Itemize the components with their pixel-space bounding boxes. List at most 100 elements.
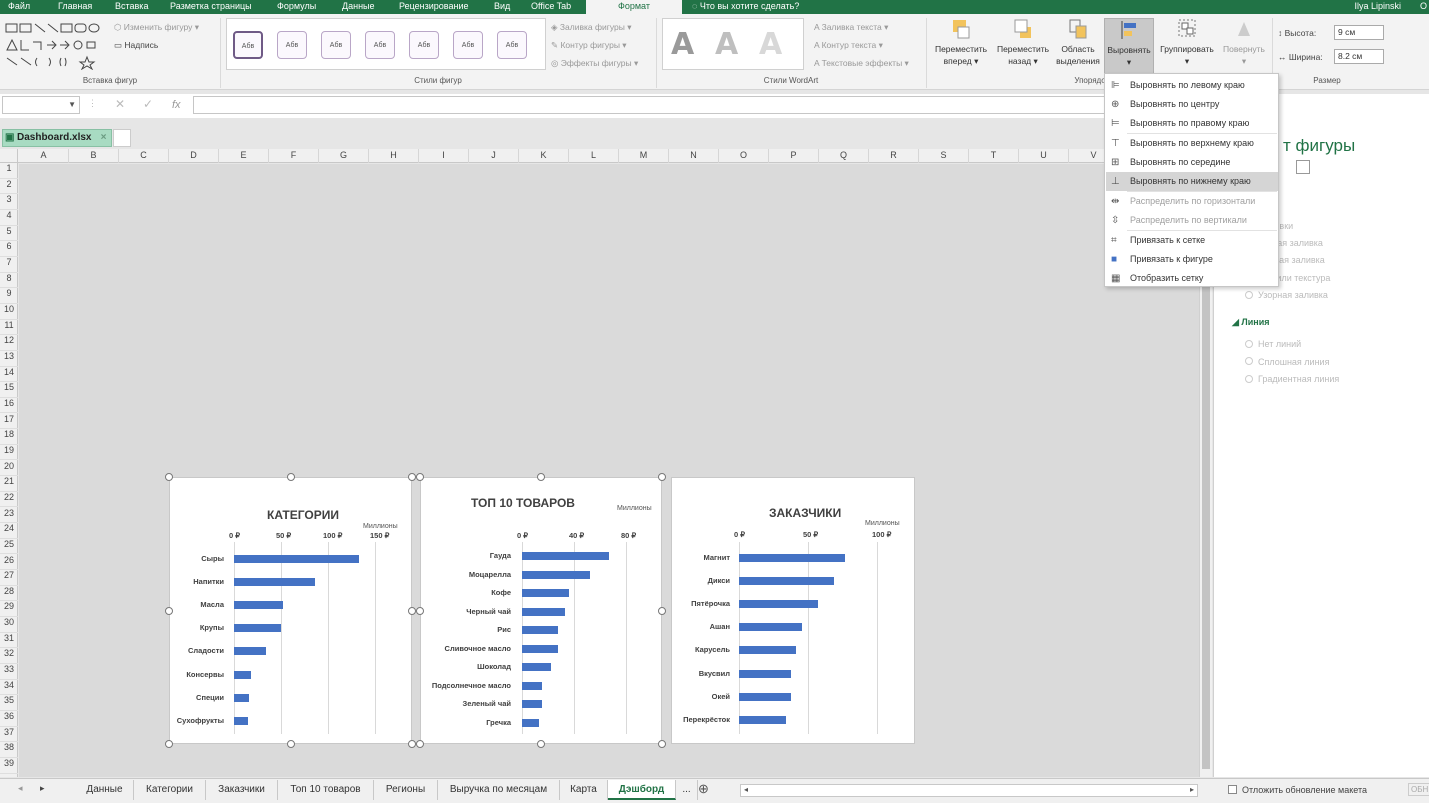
tab-page-layout[interactable]: Разметка страницы: [170, 0, 252, 14]
chart-categories[interactable]: КАТЕГОРИИ Миллионы 0 ₽ 50 ₽ 100 ₽ 150 ₽ Сыры На…: [169, 477, 412, 744]
row-header-13[interactable]: 13: [0, 351, 18, 367]
shape-styles-gallery[interactable]: Абв Абв Абв Абв Абв Абв Абв: [226, 18, 546, 70]
selection-pane-button[interactable]: Область выделения: [1054, 18, 1102, 67]
row-header-26[interactable]: 26: [0, 555, 18, 571]
row-header-8[interactable]: 8: [0, 273, 18, 289]
resize-handle[interactable]: [416, 606, 424, 615]
row-header-31[interactable]: 31: [0, 633, 18, 649]
tab-format[interactable]: Формат: [586, 0, 682, 14]
sheet-tab-5[interactable]: Регионы: [374, 780, 438, 800]
shape-fill-button[interactable]: ◈ Заливка фигуры ▾: [551, 22, 631, 33]
resize-handle[interactable]: [658, 740, 666, 748]
text-effects-button[interactable]: A Текстовые эффекты ▾: [814, 58, 909, 69]
insert-function-icon[interactable]: fx: [172, 99, 181, 111]
line-option-3[interactable]: Градиентная линия: [1258, 374, 1339, 384]
row-header-16[interactable]: 16: [0, 398, 18, 414]
row-header-11[interactable]: 11: [0, 320, 18, 336]
resize-handle[interactable]: [286, 473, 295, 481]
row-header-38[interactable]: 38: [0, 742, 18, 758]
column-header-e[interactable]: E: [219, 149, 269, 163]
tab-data[interactable]: Данные: [342, 0, 375, 14]
tab-view[interactable]: Вид: [494, 0, 510, 14]
gradient-line-radio[interactable]: [1245, 375, 1253, 383]
column-header-j[interactable]: J: [469, 149, 519, 163]
sheet-tab-2[interactable]: Категории: [134, 780, 206, 800]
resize-handle[interactable]: [537, 473, 545, 481]
fill-option-5[interactable]: Узорная заливка: [1258, 290, 1328, 300]
menu-item-distribute-horizontal[interactable]: ⇹ Распределить по горизонтали: [1106, 192, 1278, 211]
edit-shape-button[interactable]: ⬡ Изменить фигуру ▾: [114, 22, 199, 33]
tab-file[interactable]: Файл: [8, 0, 30, 14]
row-header-22[interactable]: 22: [0, 492, 18, 508]
row-header-21[interactable]: 21: [0, 476, 18, 492]
line-option-2[interactable]: Сплошная линия: [1258, 357, 1329, 367]
shape-style-3[interactable]: Абв: [321, 31, 351, 59]
row-header-18[interactable]: 18: [0, 429, 18, 445]
menu-item-align-right[interactable]: ⊨ Выровнять по правому краю: [1106, 114, 1278, 133]
row-header-5[interactable]: 5: [0, 226, 18, 242]
shape-style-5[interactable]: Абв: [409, 31, 439, 59]
align-button[interactable]: Выровнять ▾: [1104, 18, 1154, 74]
row-header-4[interactable]: 4: [0, 210, 18, 226]
row-header-37[interactable]: 37: [0, 727, 18, 743]
menu-item-align-top[interactable]: ⊤ Выровнять по верхнему краю: [1106, 134, 1278, 153]
bring-forward-button[interactable]: Переместить вперед ▾: [930, 18, 992, 67]
row-header-10[interactable]: 10: [0, 304, 18, 320]
row-header-7[interactable]: 7: [0, 257, 18, 273]
column-header-h[interactable]: H: [369, 149, 419, 163]
wordart-style-1[interactable]: A: [671, 27, 694, 62]
resize-handle[interactable]: [658, 606, 666, 615]
tell-me-search[interactable]: ◌ Что вы хотите сделать?: [692, 0, 799, 14]
row-header-1[interactable]: 1: [0, 163, 18, 179]
sheet-tab-9[interactable]: ...: [676, 780, 698, 800]
resize-handle[interactable]: [165, 606, 173, 615]
shape-style-7[interactable]: Абв: [497, 31, 527, 59]
resize-handle[interactable]: [286, 740, 295, 748]
column-header-t[interactable]: T: [969, 149, 1019, 163]
row-header-2[interactable]: 2: [0, 179, 18, 195]
row-header-9[interactable]: 9: [0, 288, 18, 304]
column-header-c[interactable]: C: [119, 149, 169, 163]
row-header-36[interactable]: 36: [0, 711, 18, 727]
column-header-i[interactable]: I: [419, 149, 469, 163]
resize-handle[interactable]: [537, 740, 545, 748]
menu-item-align-middle[interactable]: ⊞ Выровнять по середине: [1106, 153, 1278, 172]
row-header-20[interactable]: 20: [0, 461, 18, 477]
row-header-39[interactable]: 39: [0, 758, 18, 774]
no-line-radio[interactable]: [1245, 340, 1253, 348]
wordart-style-3[interactable]: A: [759, 27, 782, 62]
shape-effects-button[interactable]: ◎ Эффекты фигуры ▾: [551, 58, 638, 69]
shapes-gallery[interactable]: [3, 20, 107, 71]
sheet-tab-1[interactable]: Данные: [76, 780, 134, 800]
document-tab[interactable]: ▣ Dashboard.xlsx ×: [2, 129, 113, 147]
column-header-l[interactable]: L: [569, 149, 619, 163]
row-header-24[interactable]: 24: [0, 523, 18, 539]
menu-item-snap-shape[interactable]: ■ Привязать к фигуре: [1106, 250, 1278, 269]
column-header-g[interactable]: G: [319, 149, 369, 163]
resize-handle[interactable]: [416, 473, 424, 481]
column-header-o[interactable]: O: [719, 149, 769, 163]
resize-handle[interactable]: [658, 473, 666, 481]
chart-top10-products[interactable]: ТОП 10 ТОВАРОВ Миллионы 0 ₽ 40 ₽ 80 ₽ Гауда Мо…: [420, 477, 662, 744]
defer-update-checkbox[interactable]: [1228, 785, 1237, 794]
add-sheet-icon[interactable]: ⊕: [698, 781, 709, 797]
shape-style-1[interactable]: Абв: [233, 31, 263, 59]
width-input[interactable]: 8.2 см: [1334, 49, 1384, 64]
column-header-q[interactable]: Q: [819, 149, 869, 163]
row-header-6[interactable]: 6: [0, 241, 18, 257]
shape-style-2[interactable]: Абв: [277, 31, 307, 59]
resize-handle[interactable]: [408, 740, 416, 748]
row-header-33[interactable]: 33: [0, 664, 18, 680]
height-input[interactable]: 9 см: [1334, 25, 1384, 40]
user-name[interactable]: Ilya Lipinski: [1354, 0, 1401, 14]
select-all-corner[interactable]: [0, 149, 18, 163]
fill-pattern-radio[interactable]: [1245, 291, 1253, 299]
column-header-m[interactable]: M: [619, 149, 669, 163]
text-box-button[interactable]: ▭ Надпись: [114, 40, 158, 51]
tab-review[interactable]: Рецензирование: [399, 0, 469, 14]
chevron-down-icon[interactable]: ▼: [68, 100, 76, 109]
column-header-d[interactable]: D: [169, 149, 219, 163]
resize-handle[interactable]: [165, 473, 173, 481]
column-header-k[interactable]: K: [519, 149, 569, 163]
group-button[interactable]: Группировать ▾: [1156, 18, 1218, 67]
